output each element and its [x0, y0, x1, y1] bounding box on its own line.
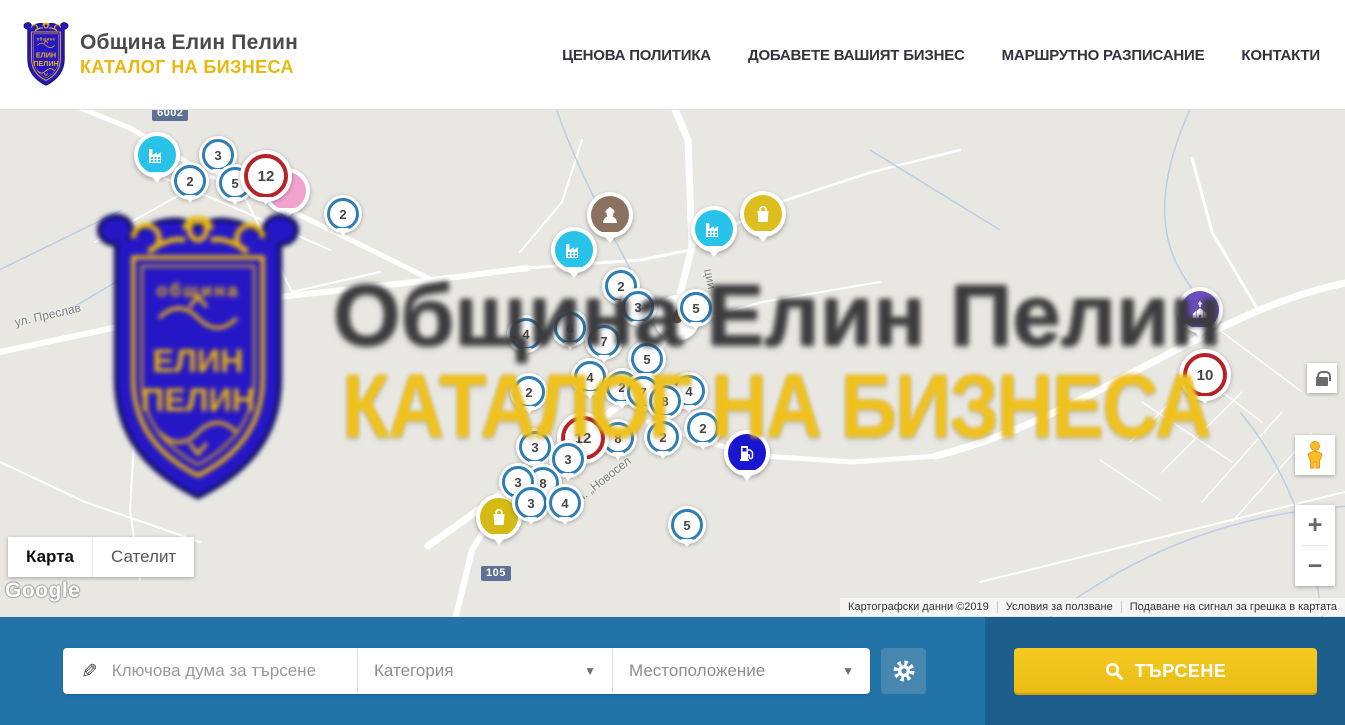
watermark-emblem: община ЕЛИН ПЕЛИН	[84, 210, 312, 508]
search-fields-zone: ✎ Категория ▼ Местоположение ▼	[0, 617, 985, 725]
municipality-emblem-icon: община ЕЛИН ПЕЛИН	[22, 21, 70, 88]
map-type-map-button[interactable]: Карта	[8, 537, 92, 577]
road-sign: 6002	[152, 110, 188, 121]
search-action-zone: ТЪРСЕНЕ	[985, 617, 1345, 725]
cluster-count: 5	[671, 509, 703, 541]
site-logo[interactable]: община ЕЛИН ПЕЛИН Община Елин Пелин КАТА…	[22, 21, 298, 88]
zoom-out-button[interactable]: −	[1295, 546, 1335, 586]
logo-text: Община Елин Пелин КАТАЛОГ НА БИЗНЕСА	[80, 31, 298, 78]
logo-title: Община Елин Пелин	[80, 31, 298, 55]
emblem-line2: ПЕЛИН	[33, 59, 58, 68]
search-button-label: ТЪРСЕНЕ	[1135, 661, 1227, 682]
pencil-icon: ✎	[81, 659, 98, 684]
logo-subtitle: КАТАЛОГ НА БИЗНЕСА	[80, 57, 298, 78]
factory-icon	[695, 210, 733, 248]
search-icon	[1104, 661, 1124, 681]
zoom-control: + −	[1295, 505, 1335, 586]
watermark-subtitle: КАТАЛОГ НА БИЗНЕСА	[342, 356, 1210, 459]
padlock-icon	[1316, 377, 1328, 386]
worker-icon	[591, 196, 629, 234]
advanced-settings-button[interactable]	[881, 648, 926, 694]
watermark-emblem-line1: ЕЛИН	[153, 343, 244, 379]
watermark-title: Община Елин Пелин	[333, 266, 1222, 366]
cluster-marker[interactable]: 4	[546, 484, 584, 522]
category-select-label: Категория	[374, 661, 453, 681]
emblem-line1: ЕЛИН	[36, 50, 56, 59]
search-bar: ✎ Категория ▼ Местоположение ▼	[0, 617, 1345, 725]
shopping-bag-icon	[744, 195, 782, 233]
shopping-bag-pin[interactable]	[740, 191, 786, 237]
category-select[interactable]: Категория ▼	[358, 648, 613, 694]
map-attribution: Картографски данни ©2019Условия за ползв…	[840, 598, 1345, 616]
nav-contacts[interactable]: КОНТАКТИ	[1241, 47, 1320, 64]
nav-add-business[interactable]: ДОБАВЕТЕ ВАШИЯТ БИЗНЕС	[748, 47, 965, 64]
attribution-link[interactable]: Условия за ползване	[997, 601, 1121, 613]
header: община ЕЛИН ПЕЛИН Община Елин Пелин КАТА…	[0, 0, 1345, 110]
search-composite: ✎ Категория ▼ Местоположение ▼	[63, 648, 870, 694]
map-type-satellite-button[interactable]: Сателит	[92, 537, 194, 577]
road-sign: 105	[481, 566, 511, 581]
cluster-marker[interactable]: 2	[324, 195, 362, 233]
cluster-count: 4	[549, 487, 581, 519]
cluster-count: 2	[327, 198, 359, 230]
attribution-text: Картографски данни ©2019	[840, 601, 997, 613]
chevron-down-icon: ▼	[842, 664, 854, 678]
worker-pin[interactable]	[587, 192, 633, 238]
watermark-emblem-line2: ПЕЛИН	[141, 382, 255, 418]
map-type-control: Карта Сателит	[8, 537, 194, 577]
cluster-marker[interactable]: 12	[240, 150, 292, 202]
lock-control-button[interactable]	[1307, 363, 1337, 393]
pegman-control[interactable]	[1295, 435, 1335, 475]
factory-pin[interactable]	[691, 206, 737, 252]
nav-route-schedule[interactable]: МАРШРУТНО РАЗПИСАНИЕ	[1002, 47, 1205, 64]
search-button[interactable]: ТЪРСЕНЕ	[1014, 648, 1317, 695]
factory-icon	[138, 136, 176, 174]
cluster-count: 12	[244, 154, 288, 198]
factory-icon	[555, 231, 593, 269]
location-select-label: Местоположение	[629, 661, 765, 681]
zoom-in-button[interactable]: +	[1295, 505, 1335, 545]
keyword-search-input[interactable]	[112, 661, 347, 681]
cluster-marker[interactable]: 5	[668, 506, 706, 544]
map-canvas[interactable]: ул. Преславбул. „Новоселции6002105 32521…	[0, 110, 1345, 617]
cluster-count: 2	[174, 165, 206, 197]
nav-pricing-policy[interactable]: ЦЕНОВА ПОЛИТИКА	[562, 47, 711, 64]
location-select[interactable]: Местоположение ▼	[613, 648, 870, 694]
google-logo[interactable]: Google	[5, 579, 80, 603]
gear-icon	[891, 658, 917, 684]
keyword-section: ✎	[63, 648, 358, 694]
cluster-count: 3	[515, 487, 547, 519]
main-nav: ЦЕНОВА ПОЛИТИКА ДОБАВЕТЕ ВАШИЯТ БИЗНЕС МАР…	[525, 0, 1320, 110]
chevron-down-icon: ▼	[584, 664, 596, 678]
cluster-marker[interactable]: 2	[171, 162, 209, 200]
pegman-icon	[1304, 440, 1326, 470]
attribution-link[interactable]: Подаване на сигнал за грешка в картата	[1121, 601, 1345, 613]
cluster-marker[interactable]: 3	[512, 484, 550, 522]
